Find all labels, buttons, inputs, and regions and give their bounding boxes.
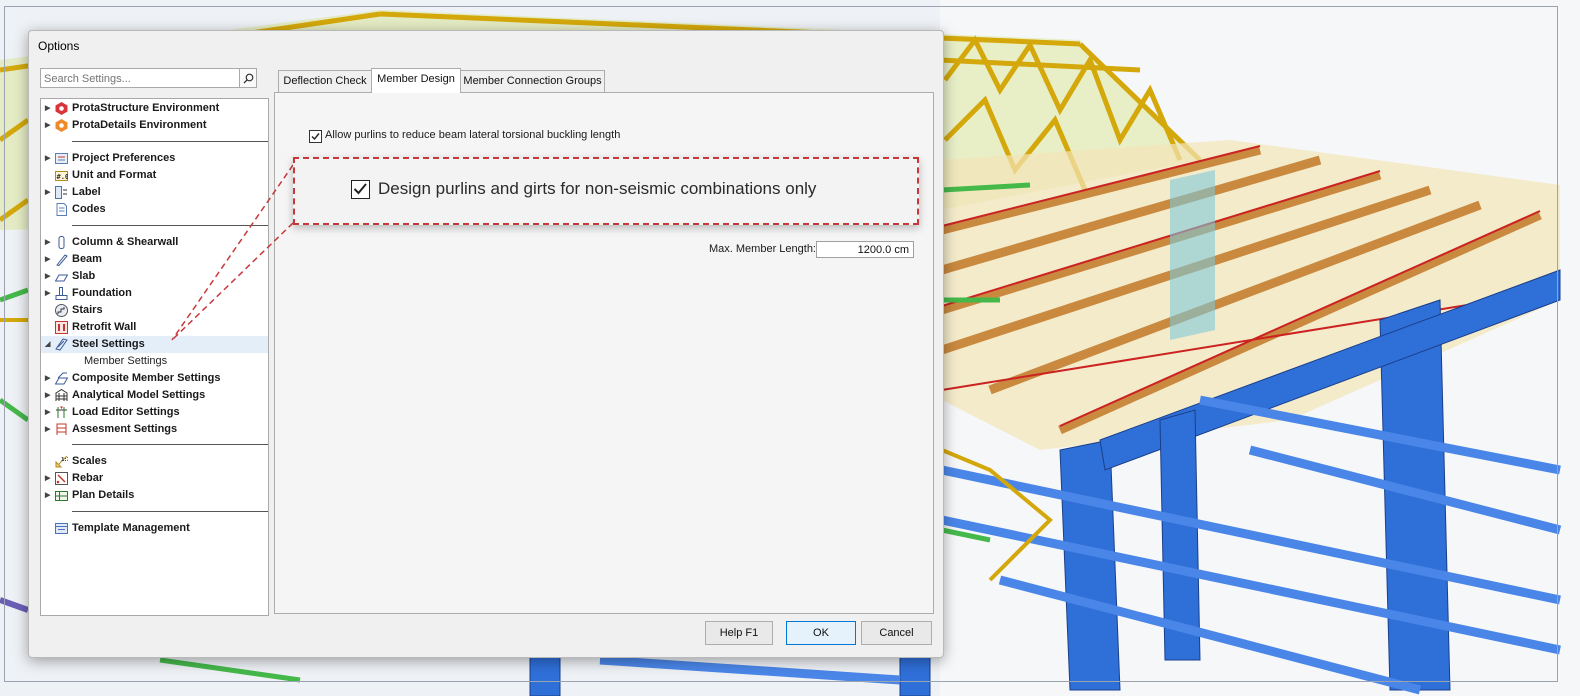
zoom-callout: Design purlins and girts for non-seismic…: [293, 157, 919, 225]
design-purlins-label: Design purlins and girts for non-seismic…: [378, 179, 817, 198]
design-purlins-checkbox[interactable]: [351, 180, 370, 199]
callout-leader-lines: [171, 164, 294, 341]
tab-member-design[interactable]: Member Design: [371, 68, 461, 93]
checkmark-icon: [353, 183, 367, 195]
